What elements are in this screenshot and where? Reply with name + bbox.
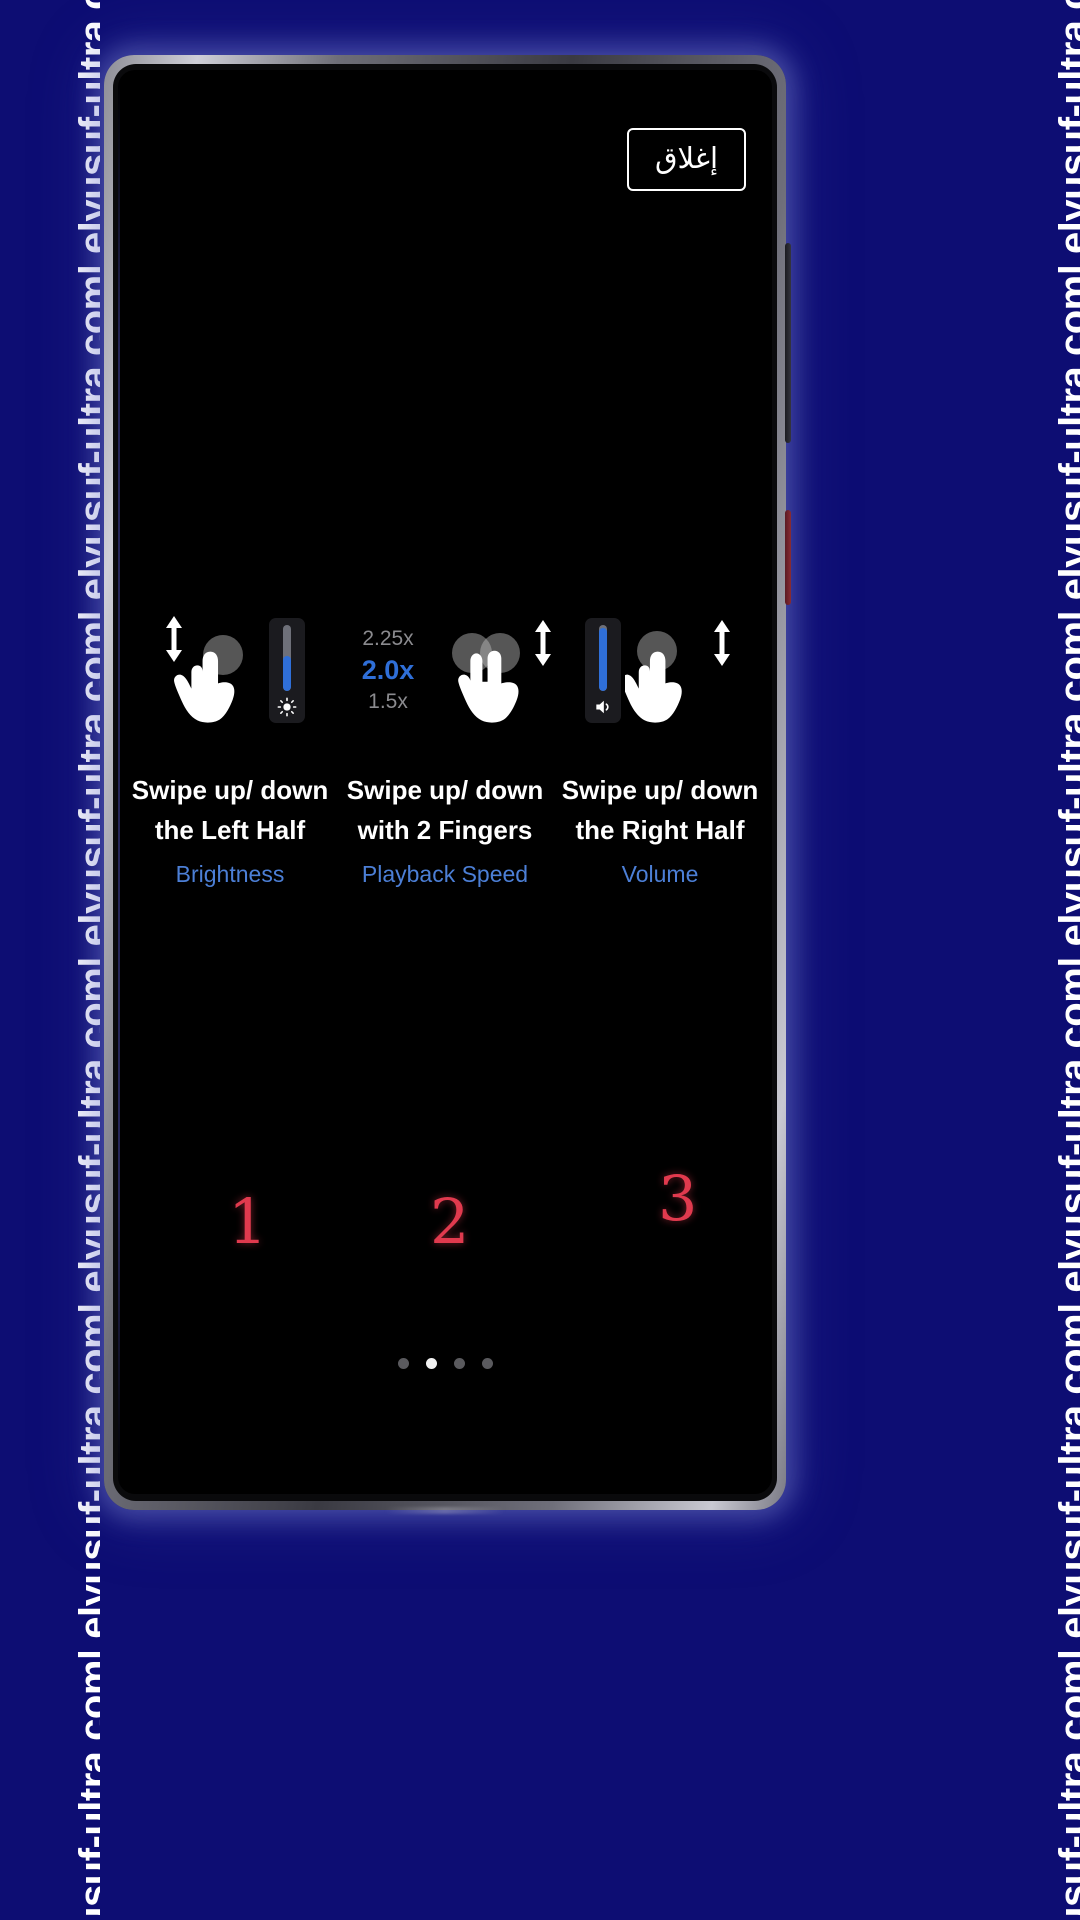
annotation-number-1: 1 (228, 1185, 268, 1258)
watermark-strip-right: elyusuf-ultra.com| elyusuf-ultra.com| el… (980, 0, 1080, 1920)
hand-two-finger-icon (458, 650, 519, 723)
speaker-grill (385, 1507, 505, 1514)
brightness-slider-widget[interactable] (269, 617, 305, 723)
gesture-item-volume: Swipe up/ down the Right Half Volume (556, 610, 764, 888)
pagination-dot[interactable] (397, 1358, 409, 1369)
speed-option-selected[interactable]: 2.0x (362, 655, 415, 686)
volume-slider-track[interactable] (599, 624, 607, 691)
brightness-slider-fill (283, 656, 291, 691)
volume-icon (592, 696, 614, 718)
pagination-dots[interactable] (118, 1358, 772, 1369)
hand-swipe-vertical-icon (625, 611, 735, 729)
speed-option-list[interactable]: 2.25x 2.0x 1.5x (334, 627, 442, 714)
pagination-dot-active[interactable] (425, 1358, 437, 1369)
gesture-help-row: Swipe up/ down the Left Half Brightness … (118, 610, 772, 888)
gesture-artwork-playback-speed: 2.25x 2.0x 1.5x (334, 610, 556, 730)
annotation-number-3: 3 (658, 1162, 698, 1235)
gesture-caption: Swipe up/ down the Left Half (131, 775, 329, 846)
brightness-slider-track[interactable] (283, 624, 291, 691)
watermark-text: elyusuf-ultra.com| elyusuf-ultra.com| el… (1052, 0, 1080, 1920)
annotation-number-2: 2 (430, 1185, 470, 1258)
gesture-feature-label: Playback Speed (361, 860, 529, 887)
phone-bezel: إغلاق Swipe up/ down the Left Half Brigh… (113, 64, 777, 1501)
volume-rocker-button[interactable] (785, 243, 791, 443)
phone-screen: إغلاق Swipe up/ down the Left Half Brigh… (118, 70, 772, 1494)
gesture-caption: Swipe up/ down with 2 Fingers (346, 775, 544, 846)
volume-slider-fill (599, 627, 607, 691)
hand-swipe-vertical-icon (155, 611, 265, 729)
power-button[interactable] (785, 510, 791, 605)
pagination-dot[interactable] (453, 1358, 465, 1369)
brightness-icon (276, 696, 298, 718)
pagination-dot[interactable] (481, 1358, 493, 1369)
gesture-caption: Swipe up/ down the Right Half (561, 775, 759, 846)
gesture-feature-label: Brightness (175, 860, 285, 887)
volume-slider-widget[interactable] (585, 617, 621, 723)
speed-option[interactable]: 1.5x (368, 690, 408, 714)
gesture-artwork-brightness (126, 610, 334, 730)
two-finger-swipe-vertical-icon (446, 611, 556, 729)
gesture-item-brightness: Swipe up/ down the Left Half Brightness (126, 610, 334, 888)
close-button-container: إغلاق (626, 128, 746, 191)
up-down-arrow-icon (714, 620, 730, 666)
watermark-strip-left: elyusuf-ultra.com| elyusuf-ultra.com| el… (0, 0, 100, 1920)
gesture-item-playback-speed: 2.25x 2.0x 1.5x Swipe up/ down with 2 Fi… (334, 610, 556, 888)
watermark-text: elyusuf-ultra.com| elyusuf-ultra.com| el… (72, 0, 100, 1920)
hand-pointer-icon (174, 651, 235, 723)
hand-pointer-icon (625, 651, 682, 723)
gesture-artwork-volume (556, 610, 764, 730)
phone-device-frame: إغلاق Swipe up/ down the Left Half Brigh… (104, 55, 791, 1514)
close-button[interactable]: إغلاق (626, 128, 746, 191)
gesture-feature-label: Volume (621, 860, 699, 887)
speed-option[interactable]: 2.25x (362, 627, 413, 651)
